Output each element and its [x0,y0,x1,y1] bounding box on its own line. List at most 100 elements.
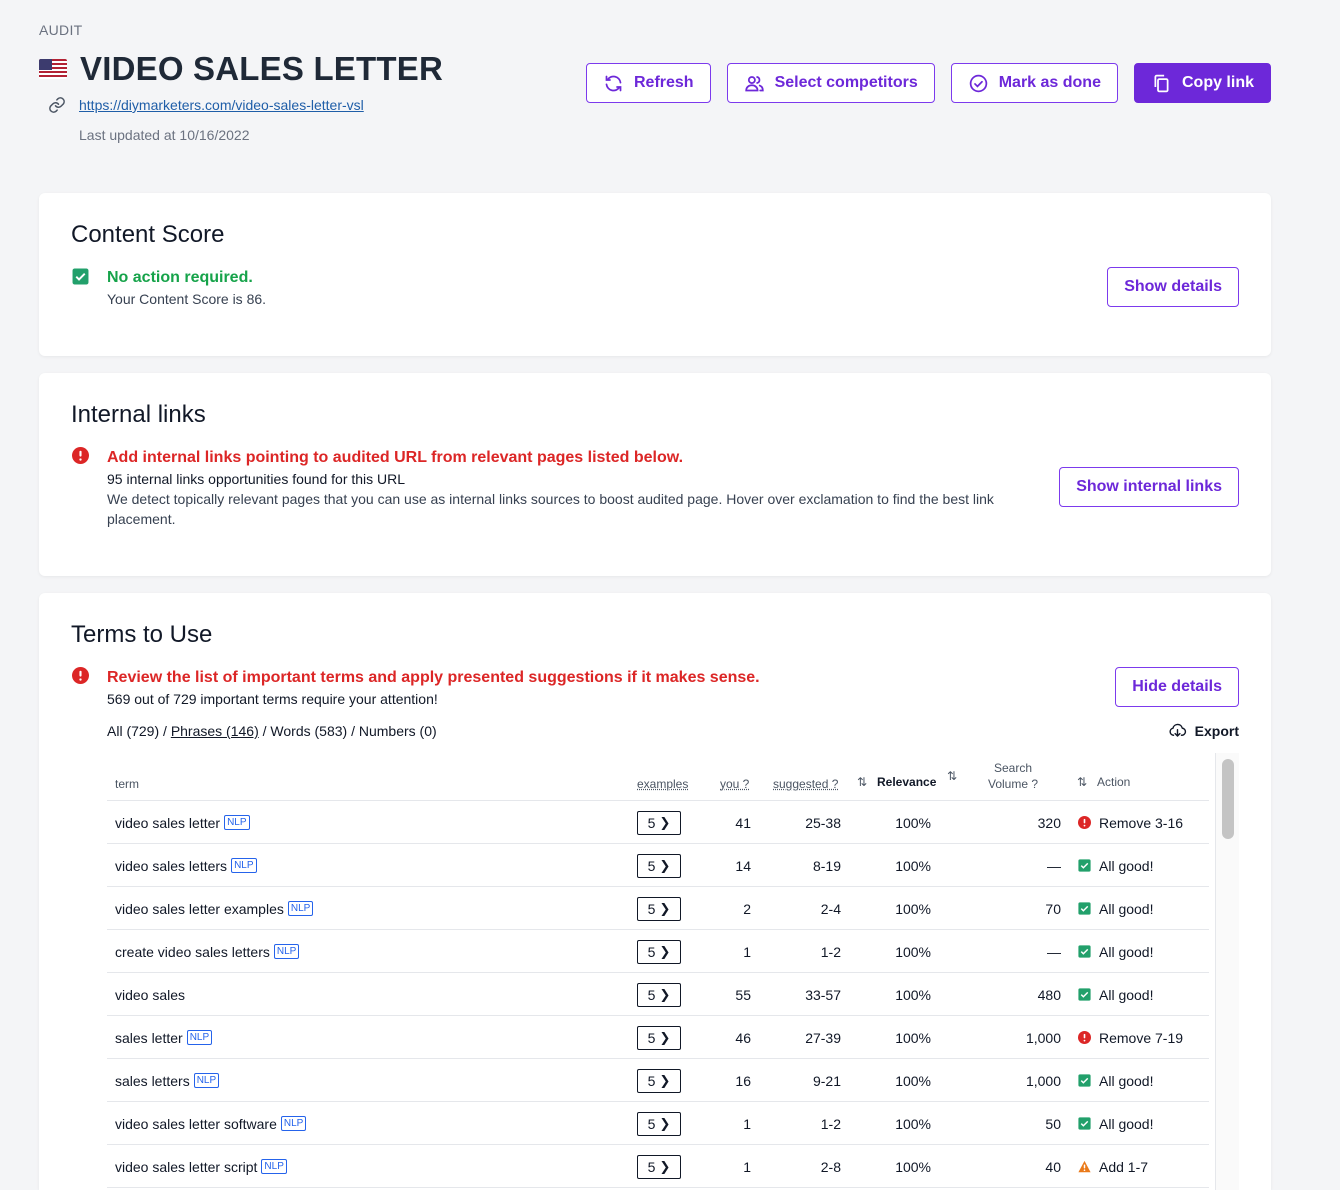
users-icon [744,75,764,91]
table-row: video sales letter software NLP 5 ❯ 1 1-2 100%… [107,1102,1209,1145]
check-square-icon [1078,988,1091,1001]
suggested-cell: 2-4 [820,900,841,917]
term-text: video sales letter script [115,1158,258,1175]
suggested-cell: 8-19 [812,857,841,874]
term-text: video sales letter software [115,1115,277,1132]
action-text: Remove 7-19 [1099,1029,1184,1046]
action-text: All good! [1099,900,1154,917]
suggested-cell: 25-38 [805,814,841,831]
term-text: video sales [115,986,186,1003]
audited-url-link[interactable]: https://diymarketers.com/video-sales-let… [79,97,364,113]
mark-as-done-button[interactable]: Mark as done [950,63,1118,103]
suggested-cell: 33-57 [805,986,841,1003]
suggested-cell: 2-8 [820,1158,841,1175]
examples-button[interactable]: 5 ❯ [637,810,681,835]
hide-details-button[interactable]: Hide details [1115,667,1239,707]
select-competitors-label: Select competitors [774,74,918,91]
table-header: term examples you ? suggested ? ⇅ Releva… [107,753,1209,801]
sort-action-icon[interactable]: ⇅ [1077,775,1087,789]
col-action: Action [1097,775,1131,789]
filter-phrases[interactable]: Phrases (146) [171,723,259,739]
sort-volume-icon[interactable]: ⇅ [947,769,957,783]
table-row: video sales letter NLP 5 ❯ 41 25-38 100% 320 Rem… [107,801,1209,844]
action-cell: Remove 7-19 [1078,1016,1183,1059]
relevance-cell: 100% [895,1029,931,1046]
examples-button[interactable]: 5 ❯ [637,982,681,1007]
relevance-cell: 100% [895,814,931,831]
action-cell: Remove 3-16 [1078,801,1183,844]
sort-relevance-icon[interactable]: ⇅ [857,775,867,789]
show-internal-links-button[interactable]: Show internal links [1059,467,1239,507]
table-row: video sales letter examples NLP 5 ❯ 2 2-4 100%… [107,887,1209,930]
url-row: https://diymarketers.com/video-sales-let… [48,96,364,114]
term-cell: video sales letter script NLP [115,1145,287,1188]
col-suggested[interactable]: suggested ? [773,777,838,791]
show-details-button[interactable]: Show details [1107,267,1239,307]
col-examples: examples [637,777,689,791]
nlp-badge: NLP [273,944,300,959]
relevance-cell: 100% [895,986,931,1003]
chevron-right-icon: ❯ [659,857,671,873]
examples-count: 5 [647,986,656,1003]
you-cell: 46 [735,1029,751,1046]
check-square-icon [72,268,89,285]
examples-count: 5 [647,857,656,874]
suggested-cell: 1-2 [820,943,841,960]
check-square-icon [1078,1074,1091,1087]
examples-button[interactable]: 5 ❯ [637,1111,681,1136]
relevance-cell: 100% [895,900,931,917]
you-cell: 14 [735,857,751,874]
scrollbar-thumb[interactable] [1222,759,1234,839]
nlp-badge: NLP [224,815,250,830]
copy-icon [1154,74,1169,92]
examples-button[interactable]: 5 ❯ [637,1068,681,1093]
term-cell: video sales letter NLP [115,801,250,844]
chevron-right-icon: ❯ [659,986,671,1002]
table-row: sales letter NLP 5 ❯ 46 27-39 100% 1,000 Remove … [107,1016,1209,1059]
table-scrollbar[interactable] [1215,753,1239,1190]
examples-button[interactable]: 5 ❯ [637,939,681,964]
filter-all[interactable]: All (729) [107,723,159,739]
examples-button[interactable]: 5 ❯ [637,896,681,921]
volume-cell: 1,000 [1025,1029,1061,1046]
examples-cell: 5 ❯ [637,1016,681,1059]
internal-links-title: Internal links [71,401,206,428]
action-cell: All good! [1078,1059,1153,1102]
export-button[interactable]: Export [1168,721,1239,740]
examples-cell: 5 ❯ [637,887,681,930]
you-cell: 55 [735,986,751,1003]
us-flag-icon [39,59,67,79]
action-text: All good! [1099,857,1154,874]
filter-numbers[interactable]: Numbers (0) [359,723,437,739]
terms-status: Review the list of important terms and a… [107,669,760,686]
examples-count: 5 [647,1072,656,1089]
filter-words[interactable]: Words (583) [270,723,347,739]
col-search-volume-line2[interactable]: Volume ? [988,777,1038,791]
examples-button[interactable]: 5 ❯ [637,1154,681,1179]
header-actions: Refresh Select competitors Mark as done … [585,63,1271,103]
examples-count: 5 [647,900,656,917]
term-cell: video sales letter examples NLP [115,887,314,930]
examples-cell: 5 ❯ [637,973,681,1016]
nlp-badge: NLP [193,1073,220,1088]
col-search-volume-line1: Search [994,761,1033,775]
table-row: sales letters NLP 5 ❯ 16 9-21 100% 1,000 All goo… [107,1059,1209,1102]
suggested-cell: 1-2 [820,1115,841,1132]
refresh-icon [605,75,622,91]
examples-button[interactable]: 5 ❯ [637,853,681,878]
you-cell: 1 [743,1115,751,1132]
link-icon [49,97,65,113]
action-cell: All good! [1078,930,1153,973]
refresh-button[interactable]: Refresh [585,63,711,103]
terms-title: Terms to Use [71,621,213,648]
col-relevance[interactable]: Relevance [877,775,936,789]
select-competitors-button[interactable]: Select competitors [726,63,935,103]
copy-link-button[interactable]: Copy link [1133,63,1271,103]
title-row: VIDEO SALES LETTER [39,50,443,88]
examples-button[interactable]: 5 ❯ [637,1025,681,1050]
exclamation-circle-icon[interactable] [72,447,89,464]
examples-cell: 5 ❯ [637,801,681,844]
content-score-title: Content Score [71,221,225,248]
volume-cell: 1,000 [1025,1072,1061,1089]
col-you[interactable]: you ? [720,777,749,791]
